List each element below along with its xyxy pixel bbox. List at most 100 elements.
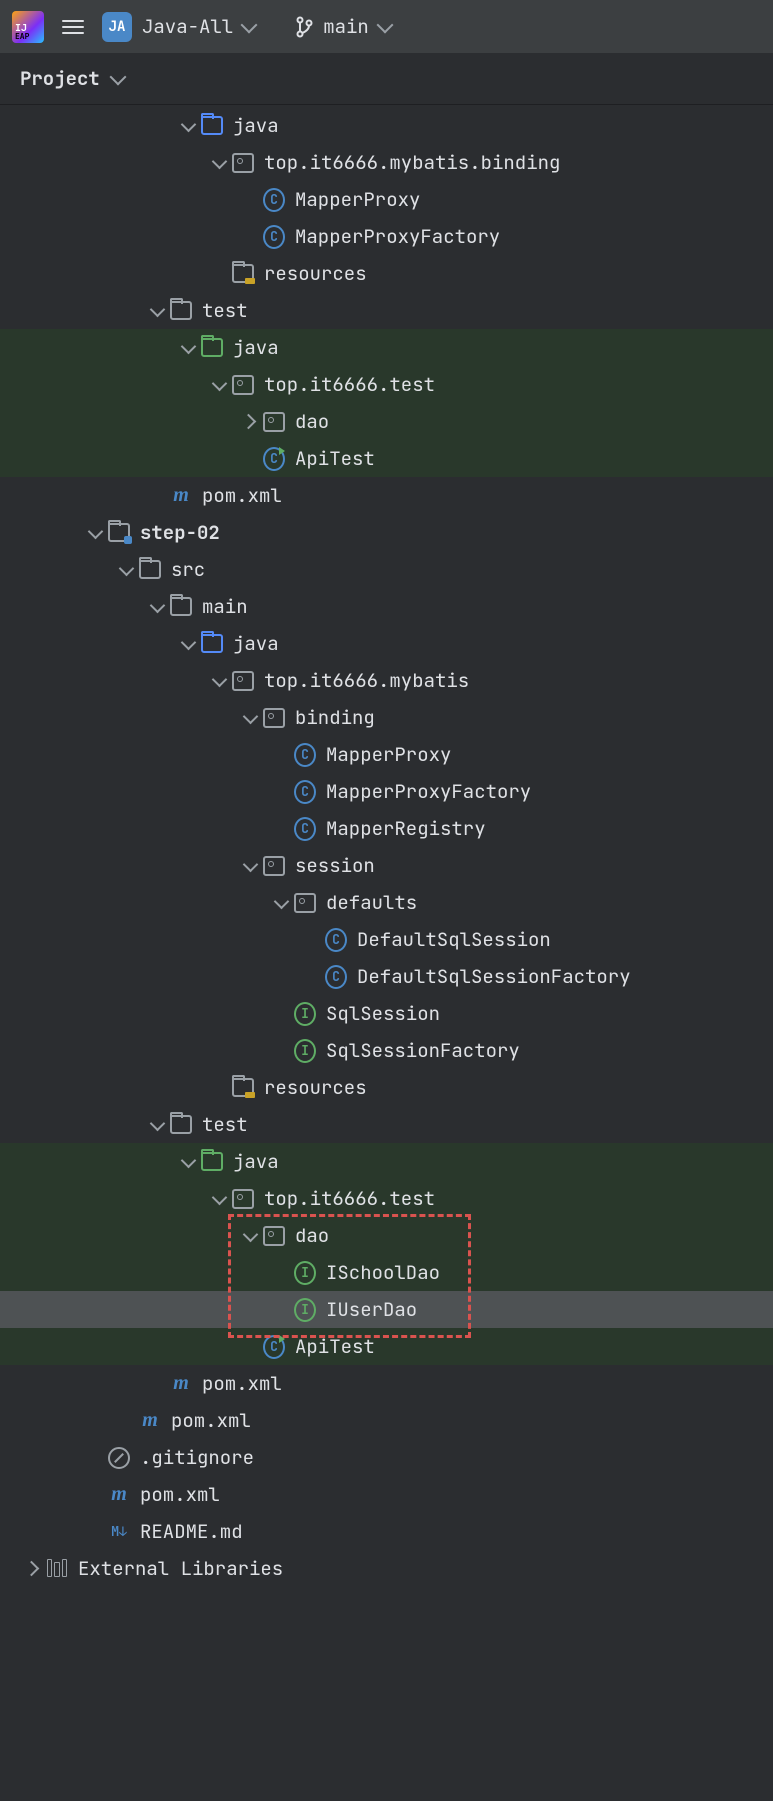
project-tree[interactable]: javatop.it6666.mybatis.bindingCMapperPro… (0, 105, 773, 1587)
expand-open-icon[interactable] (206, 1195, 232, 1203)
branch-icon (295, 16, 313, 38)
tree-row[interactable]: IIUserDao (0, 1291, 773, 1328)
tree-row[interactable]: External Libraries (0, 1550, 773, 1587)
tree-row[interactable]: resources (0, 1069, 773, 1106)
tree-node-label: top.it6666.test (264, 1186, 435, 1211)
module-icon (108, 522, 130, 544)
tree-row[interactable]: CApiTest (0, 440, 773, 477)
tree-node-label: MapperRegistry (326, 816, 486, 841)
pkg-icon (263, 411, 285, 433)
expand-open-icon[interactable] (113, 566, 139, 574)
expand-open-icon[interactable] (82, 529, 108, 537)
expand-open-icon[interactable] (206, 159, 232, 167)
expand-open-icon[interactable] (175, 1158, 201, 1166)
tree-row[interactable]: IISchoolDao (0, 1254, 773, 1291)
folder-icon (170, 300, 192, 322)
tree-row[interactable]: binding (0, 699, 773, 736)
tree-row[interactable]: m pom.xml (0, 1402, 773, 1439)
expand-open-icon[interactable] (175, 640, 201, 648)
tree-node-label: MapperProxyFactory (295, 224, 500, 249)
tree-row[interactable]: CApiTest (0, 1328, 773, 1365)
tree-node-label: External Libraries (78, 1556, 283, 1581)
toolwindow-title: Project (20, 66, 100, 91)
class-icon: C (294, 818, 316, 840)
folder-res-icon (232, 1077, 254, 1099)
tree-row[interactable]: M↓ README.md (0, 1513, 773, 1550)
mvn-icon: m (139, 1410, 161, 1432)
tree-row[interactable]: CDefaultSqlSession (0, 921, 773, 958)
tree-row[interactable]: m pom.xml (0, 1476, 773, 1513)
tree-row[interactable]: java (0, 107, 773, 144)
folder-icon (170, 1114, 192, 1136)
tree-row[interactable]: dao (0, 1217, 773, 1254)
tree-row[interactable]: mpom.xml (0, 477, 773, 514)
tree-row[interactable]: C MapperProxyFactory (0, 218, 773, 255)
expand-open-icon[interactable] (175, 344, 201, 352)
tree-node-label: README.md (140, 1519, 243, 1544)
expand-open-icon[interactable] (175, 122, 201, 130)
expand-open-icon[interactable] (237, 714, 263, 722)
chevron-down-icon (241, 16, 258, 33)
expand-open-icon[interactable] (144, 1121, 170, 1129)
expand-closed-icon[interactable] (20, 1563, 46, 1574)
tree-row[interactable]: CDefaultSqlSessionFactory (0, 958, 773, 995)
project-toolwindow-header[interactable]: Project (0, 53, 773, 105)
expand-open-icon[interactable] (268, 899, 294, 907)
tree-row[interactable]: test (0, 292, 773, 329)
tree-row[interactable]: main (0, 588, 773, 625)
tree-row[interactable]: java (0, 329, 773, 366)
pkg-icon (263, 855, 285, 877)
tree-row[interactable]: ISqlSessionFactory (0, 1032, 773, 1069)
tree-row[interactable]: top.it6666.test (0, 1180, 773, 1217)
tree-row[interactable]: CMapperProxy (0, 181, 773, 218)
md-icon: M↓ (108, 1521, 130, 1543)
expand-closed-icon[interactable] (237, 416, 263, 427)
tree-row[interactable]: ISqlSession (0, 995, 773, 1032)
folder-res-icon (232, 263, 254, 285)
tree-row[interactable]: resources (0, 255, 773, 292)
tree-row[interactable]: session (0, 847, 773, 884)
tree-row[interactable]: dao (0, 403, 773, 440)
tree-node-label: DefaultSqlSessionFactory (357, 964, 631, 989)
tree-row[interactable]: CMapperProxyFactory (0, 773, 773, 810)
tree-row[interactable]: step-02 (0, 514, 773, 551)
tree-row[interactable]: top.it6666.mybatis (0, 662, 773, 699)
tree-row[interactable]: mpom.xml (0, 1365, 773, 1402)
mvn-icon: m (108, 1484, 130, 1506)
tree-node-label: java (233, 631, 279, 656)
tree-node-label: ApiTest (295, 446, 375, 471)
tree-node-label: SqlSession (326, 1001, 440, 1026)
tree-node-label: pom.xml (171, 1408, 251, 1433)
tree-row[interactable]: src (0, 551, 773, 588)
tree-row[interactable]: .gitignore (0, 1439, 773, 1476)
tree-row[interactable]: java (0, 1143, 773, 1180)
pkg-icon (232, 670, 254, 692)
expand-open-icon[interactable] (237, 862, 263, 870)
expand-open-icon[interactable] (206, 381, 232, 389)
tree-node-label: test (202, 1112, 248, 1137)
expand-open-icon[interactable] (144, 307, 170, 315)
tree-node-label: resources (264, 261, 367, 286)
tree-node-label: resources (264, 1075, 367, 1100)
tree-node-label: top.it6666.mybatis (264, 668, 469, 693)
chevron-down-icon (109, 68, 126, 85)
vcs-branch-widget[interactable]: main (295, 14, 391, 39)
tree-row[interactable]: C MapperRegistry (0, 810, 773, 847)
tree-row[interactable]: top.it6666.test (0, 366, 773, 403)
expand-open-icon[interactable] (144, 603, 170, 611)
tree-row[interactable]: java (0, 625, 773, 662)
tree-row[interactable]: test (0, 1106, 773, 1143)
tree-node-label: java (233, 113, 279, 138)
tree-row[interactable]: top.it6666.mybatis.binding (0, 144, 773, 181)
tree-row[interactable]: defaults (0, 884, 773, 921)
folder-icon (170, 596, 192, 618)
main-menu-button[interactable] (62, 20, 84, 34)
tree-row[interactable]: CMapperProxy (0, 736, 773, 773)
tree-node-label: pom.xml (140, 1482, 220, 1507)
git-icon (108, 1447, 130, 1469)
project-selector[interactable]: JA Java-All (102, 12, 255, 42)
expand-open-icon[interactable] (206, 677, 232, 685)
pkg-icon (232, 1188, 254, 1210)
expand-open-icon[interactable] (237, 1232, 263, 1240)
class-icon: C (263, 226, 285, 248)
